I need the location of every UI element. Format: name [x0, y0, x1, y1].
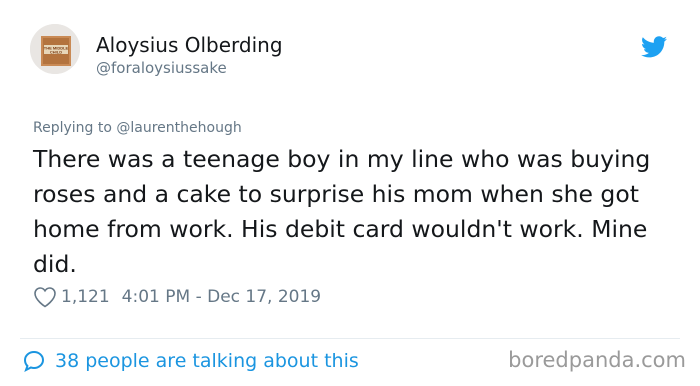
avatar-image: THE MIDDLE CHILD [30, 24, 80, 74]
like-count[interactable]: 1,121 [61, 287, 110, 307]
watermark: boredpanda.com [508, 348, 686, 372]
tweet-text: There was a teenage boy in my line who w… [33, 145, 651, 278]
tweet-meta: 1,121 4:01 PM - Dec 17, 2019 [33, 285, 321, 309]
avatar-text-2: CHILD [50, 50, 62, 55]
replying-to-prefix: Replying to [33, 120, 112, 136]
speech-bubble-icon [23, 350, 45, 372]
replying-to: Replying to @laurenthehough [33, 120, 242, 136]
avatar[interactable]: THE MIDDLE CHILD [30, 24, 80, 74]
tweet-card: THE MIDDLE CHILD Aloysius Olberding @for… [0, 0, 700, 386]
divider [20, 338, 680, 339]
user-handle[interactable]: @foraloysiussake [96, 59, 227, 77]
replying-to-handle[interactable]: @laurenthehough [116, 120, 241, 136]
twitter-bird-icon[interactable] [641, 36, 667, 58]
talking-text: 38 people are talking about this [55, 350, 359, 372]
heart-icon[interactable] [33, 286, 57, 308]
timestamp[interactable]: 4:01 PM - Dec 17, 2019 [122, 287, 321, 307]
display-name[interactable]: Aloysius Olberding [96, 33, 283, 57]
conversation-link[interactable]: 38 people are talking about this [23, 346, 359, 376]
